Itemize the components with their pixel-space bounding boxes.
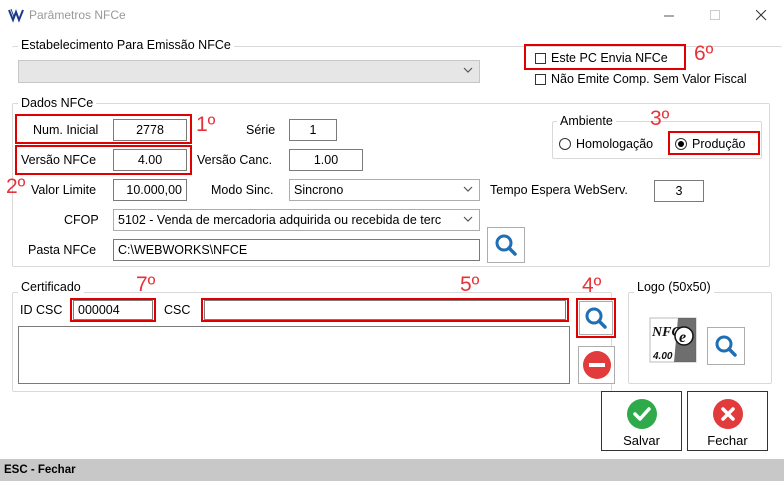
id-csc-input[interactable]: 000004 — [73, 300, 153, 320]
salvar-button[interactable]: Salvar — [601, 391, 682, 451]
versao-canc-input[interactable]: 1.00 — [289, 149, 363, 171]
status-text: ESC - Fechar — [4, 464, 76, 476]
serie-input[interactable]: 1 — [289, 119, 337, 141]
cfop-label: CFOP — [64, 213, 99, 227]
remove-icon — [582, 351, 611, 379]
modo-sinc-label: Modo Sinc. — [211, 183, 274, 197]
maximize-icon — [709, 9, 720, 20]
chevron-down-icon — [463, 186, 473, 192]
certificado-info-textarea[interactable] — [18, 326, 570, 384]
csc-label: CSC — [164, 303, 191, 317]
logo-image: NFC e 4.00 — [648, 314, 700, 366]
num-inicial-input[interactable]: 2778 — [113, 119, 187, 141]
ambiente-legend: Ambiente — [557, 114, 616, 128]
annotation-5: 5º — [460, 273, 480, 296]
estabelecimento-legend: Estabelecimento Para Emissão NFCe — [18, 38, 234, 52]
logo-search-button[interactable] — [707, 327, 745, 365]
num-inicial-label: Num. Inicial — [33, 123, 99, 137]
modo-sinc-select[interactable]: Sincrono — [289, 179, 480, 201]
cfop-select[interactable]: 5102 - Venda de mercadoria adquirida ou … — [113, 209, 480, 231]
maximize-button[interactable] — [692, 0, 738, 30]
app-logo-icon — [8, 8, 24, 23]
browse-folder-button[interactable] — [487, 227, 525, 263]
este-pc-envia-checkbox[interactable]: Este PC Envia NFCe — [535, 51, 668, 65]
chevron-down-icon — [463, 67, 473, 73]
minimize-button[interactable] — [646, 0, 692, 30]
close-window-button[interactable] — [738, 0, 784, 30]
tempo-espera-label: Tempo Espera WebServ. — [490, 183, 628, 197]
search-icon — [495, 234, 517, 256]
annotation-4: 4º — [582, 274, 602, 297]
pasta-nfce-label: Pasta NFCe — [28, 243, 97, 257]
radio-producao[interactable]: Produção — [675, 137, 746, 151]
fechar-button[interactable]: Fechar — [687, 391, 768, 451]
fechar-label: Fechar — [707, 433, 748, 448]
certificado-legend: Certificado — [18, 280, 84, 294]
valor-limite-input[interactable]: 10.000,00 — [113, 179, 187, 201]
radio-circle — [559, 138, 571, 150]
certificado-search-button[interactable] — [579, 301, 613, 335]
annotation-7: 7º — [136, 273, 156, 296]
checkmark-icon — [626, 399, 657, 429]
radio-homologacao[interactable]: Homologação — [559, 137, 653, 151]
salvar-label: Salvar — [623, 433, 660, 448]
annotation-2: 2º — [6, 175, 26, 198]
nfce-logo-version: 4.00 — [652, 351, 673, 362]
annotation-1: 1º — [196, 113, 216, 136]
search-icon — [585, 307, 607, 329]
nao-emite-checkbox[interactable]: Não Emite Comp. Sem Valor Fiscal — [535, 72, 747, 86]
chevron-down-icon — [463, 216, 473, 222]
close-circle-icon — [712, 399, 743, 429]
tempo-espera-input[interactable]: 3 — [654, 180, 704, 202]
id-csc-label: ID CSC — [20, 303, 63, 317]
svg-text:e: e — [679, 329, 686, 346]
logo-legend: Logo (50x50) — [634, 280, 714, 294]
nfce-logo-icon: NFC e 4.00 — [649, 317, 697, 363]
certificado-remove-button[interactable] — [578, 346, 615, 384]
checkbox-box — [535, 73, 546, 85]
annotation-6: 6º — [694, 42, 714, 65]
status-bar: ESC - Fechar — [0, 459, 784, 481]
csc-input[interactable] — [204, 300, 566, 320]
window-title: Parâmetros NFCe — [29, 8, 126, 22]
versao-nfce-label: Versão NFCe — [21, 153, 97, 167]
estabelecimento-select[interactable] — [18, 60, 480, 83]
radio-circle — [675, 138, 687, 150]
pasta-nfce-input[interactable]: C:\WEBWORKS\NFCE — [113, 239, 480, 261]
dados-nfce-legend: Dados NFCe — [18, 96, 97, 110]
annotation-3: 3º — [650, 107, 670, 130]
close-icon — [755, 9, 766, 20]
versao-canc-label: Versão Canc. — [197, 153, 273, 167]
serie-label: Série — [246, 123, 276, 137]
search-icon — [715, 335, 737, 357]
minimize-icon — [663, 15, 674, 16]
valor-limite-label: Valor Limite — [31, 183, 97, 197]
checkbox-box — [535, 52, 546, 64]
versao-nfce-input[interactable]: 4.00 — [113, 149, 187, 171]
